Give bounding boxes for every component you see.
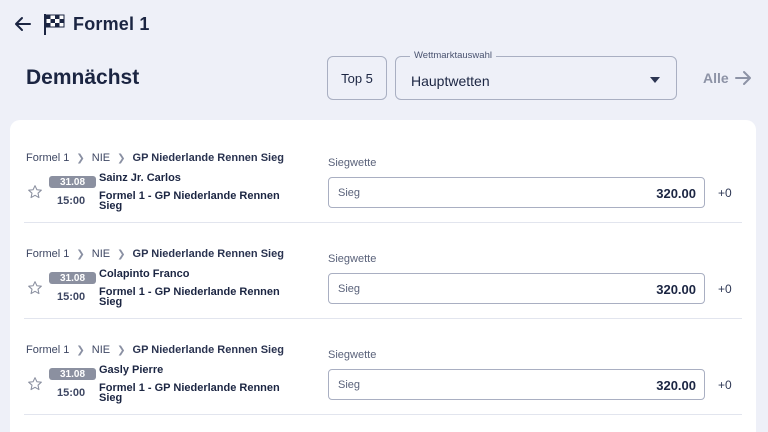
event-row: Formel 1 ❯ NIE ❯ GP Niederlande Rennen S…	[10, 120, 756, 223]
star-icon[interactable]	[27, 280, 43, 296]
market-select-legend: Wettmarktauswahl	[410, 50, 496, 61]
events-card: Formel 1 ❯ NIE ❯ GP Niederlande Rennen S…	[10, 120, 756, 432]
market-name[interactable]: Formel 1 - GP Niederlande Rennen Sieg	[99, 191, 299, 212]
breadcrumb-sport[interactable]: Formel 1	[26, 344, 69, 356]
top-bar: Formel 1	[0, 0, 768, 50]
odds-value: 320.00	[656, 282, 696, 297]
odds-button[interactable]: Sieg 320.00	[328, 369, 705, 400]
event-row: Formel 1 ❯ NIE ❯ GP Niederlande Rennen S…	[10, 312, 756, 415]
market-select[interactable]: Wettmarktauswahl Hauptwetten	[395, 50, 677, 100]
all-link[interactable]: Alle	[703, 70, 752, 86]
outcome-label: Sieg	[338, 283, 361, 295]
bet-type-label: Siegwette	[328, 157, 377, 169]
breadcrumb: Formel 1 ❯ NIE ❯ GP Niederlande Rennen S…	[26, 344, 284, 356]
date-badge: 31.08	[49, 368, 96, 380]
breadcrumb-sport[interactable]: Formel 1	[26, 248, 69, 260]
chevron-right-icon: ❯	[76, 152, 85, 164]
chevron-right-icon: ❯	[76, 248, 85, 260]
breadcrumb-event[interactable]: GP Niederlande Rennen Sieg	[133, 344, 284, 356]
more-markets-link[interactable]: +0	[718, 378, 732, 392]
star-icon[interactable]	[27, 184, 43, 200]
outcome-label: Sieg	[338, 187, 361, 199]
star-icon[interactable]	[27, 376, 43, 392]
more-markets-link[interactable]: +0	[718, 186, 732, 200]
section-title: Demnächst	[26, 66, 140, 89]
page-title: Formel 1	[73, 14, 150, 34]
top5-button[interactable]: Top 5	[327, 56, 387, 100]
event-time: 15:00	[57, 387, 86, 399]
market-name[interactable]: Formel 1 - GP Niederlande Rennen Sieg	[99, 287, 299, 308]
divider	[24, 414, 742, 415]
arrow-left-icon[interactable]	[12, 13, 34, 35]
bet-type-label: Siegwette	[328, 253, 377, 265]
driver-name[interactable]: Gasly Pierre	[99, 364, 163, 376]
odds-value: 320.00	[656, 378, 696, 393]
odds-button[interactable]: Sieg 320.00	[328, 273, 705, 304]
odds-value: 320.00	[656, 186, 696, 201]
chevron-right-icon: ❯	[117, 152, 126, 164]
checkered-flag-icon	[42, 12, 66, 36]
arrow-right-icon	[734, 71, 751, 85]
breadcrumb: Formel 1 ❯ NIE ❯ GP Niederlande Rennen S…	[26, 152, 284, 164]
market-name[interactable]: Formel 1 - GP Niederlande Rennen Sieg	[99, 383, 299, 404]
driver-name[interactable]: Sainz Jr. Carlos	[99, 172, 181, 184]
date-badge: 31.08	[49, 176, 96, 188]
outcome-label: Sieg	[338, 379, 361, 391]
bet-type-label: Siegwette	[328, 349, 377, 361]
breadcrumb: Formel 1 ❯ NIE ❯ GP Niederlande Rennen S…	[26, 248, 284, 260]
odds-button[interactable]: Sieg 320.00	[328, 177, 705, 208]
market-select-value: Hauptwetten	[411, 73, 490, 89]
event-time: 15:00	[57, 195, 86, 207]
breadcrumb-event[interactable]: GP Niederlande Rennen Sieg	[133, 248, 284, 260]
breadcrumb-country[interactable]: NIE	[92, 344, 110, 356]
chevron-right-icon: ❯	[117, 248, 126, 260]
chevron-right-icon: ❯	[76, 344, 85, 356]
breadcrumb-event[interactable]: GP Niederlande Rennen Sieg	[133, 152, 284, 164]
caret-down-icon	[650, 77, 660, 83]
breadcrumb-sport[interactable]: Formel 1	[26, 152, 69, 164]
driver-name[interactable]: Colapinto Franco	[99, 268, 189, 280]
event-time: 15:00	[57, 291, 86, 303]
date-badge: 31.08	[49, 272, 96, 284]
breadcrumb-country[interactable]: NIE	[92, 152, 110, 164]
chevron-right-icon: ❯	[117, 344, 126, 356]
event-row: Formel 1 ❯ NIE ❯ GP Niederlande Rennen S…	[10, 216, 756, 319]
breadcrumb-country[interactable]: NIE	[92, 248, 110, 260]
all-link-label: Alle	[703, 70, 729, 86]
more-markets-link[interactable]: +0	[718, 282, 732, 296]
